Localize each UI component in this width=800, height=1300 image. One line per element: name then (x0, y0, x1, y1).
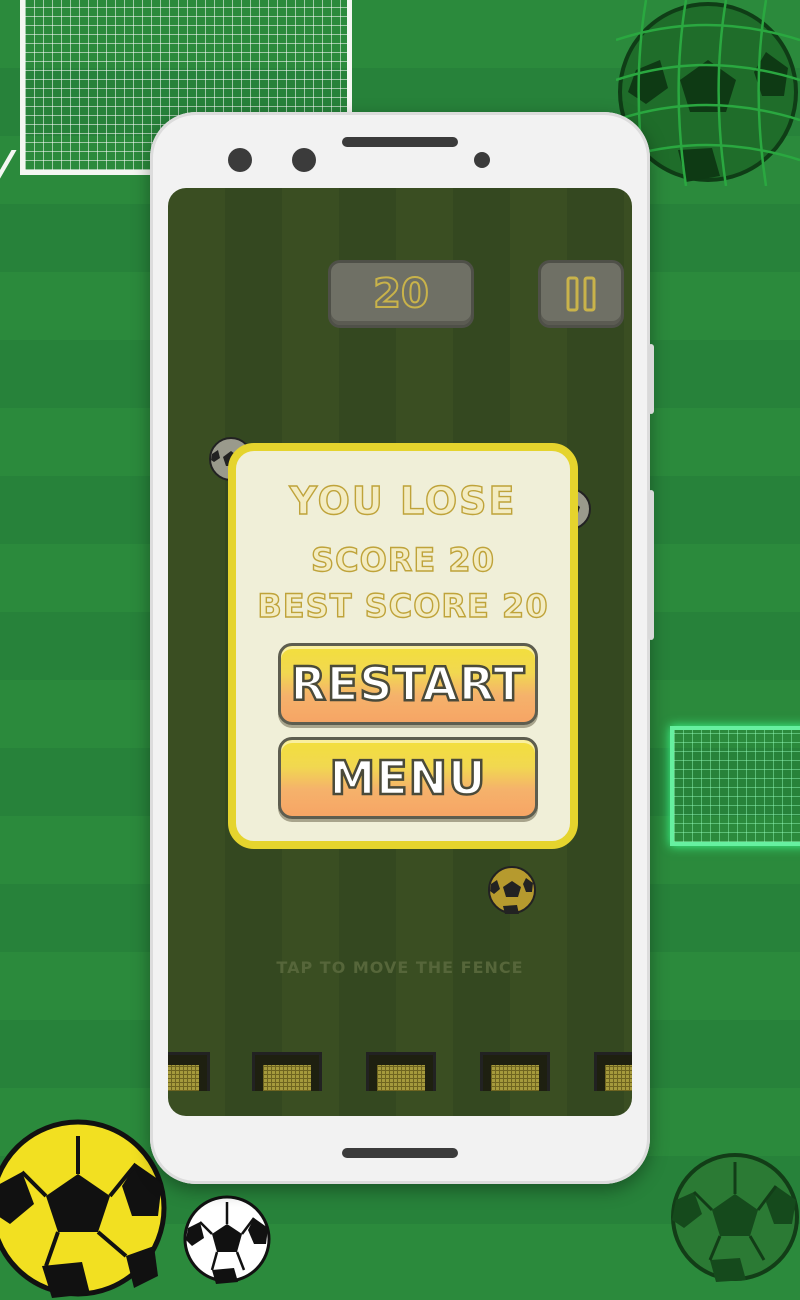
fence-goal[interactable] (252, 1052, 322, 1091)
tap-hint-text: TAP TO MOVE THE FENCE (276, 958, 524, 977)
menu-button[interactable]: MENU (278, 737, 538, 819)
phone-sensor-dot (292, 148, 316, 172)
menu-label: MENU (328, 750, 487, 807)
pause-icon (566, 276, 596, 312)
best-score: BEST SCORE 20 (257, 586, 549, 625)
fence-goal[interactable] (594, 1052, 632, 1091)
score-value: 20 (372, 270, 430, 318)
background-soccer-ball-white (183, 1195, 271, 1284)
restart-button[interactable]: RESTART (278, 643, 538, 725)
game-over-dialog: YOU LOSE SCORE 20 BEST SCORE 20 RESTART … (228, 443, 578, 849)
phone-speaker (342, 137, 458, 147)
fence-goal[interactable] (366, 1052, 436, 1091)
pause-button[interactable] (538, 260, 624, 328)
fence-goal[interactable] (168, 1052, 210, 1091)
background-neon-goal (670, 726, 800, 846)
phone-side-button (648, 344, 654, 414)
final-score: SCORE 20 (310, 540, 495, 579)
dialog-title: YOU LOSE (289, 478, 517, 523)
phone-camera-dot (228, 148, 252, 172)
background-soccer-ball-green (671, 1153, 799, 1282)
score-display: 20 (328, 260, 474, 328)
fence-goal[interactable] (480, 1052, 550, 1091)
phone-small-sensor (474, 152, 490, 168)
phone-bottom-speaker (342, 1148, 458, 1158)
phone-side-button-lower (648, 490, 654, 640)
restart-label: RESTART (289, 656, 526, 713)
background-soccer-ball-yellow (0, 1119, 167, 1298)
soccer-ball-game-yellow (488, 866, 536, 914)
